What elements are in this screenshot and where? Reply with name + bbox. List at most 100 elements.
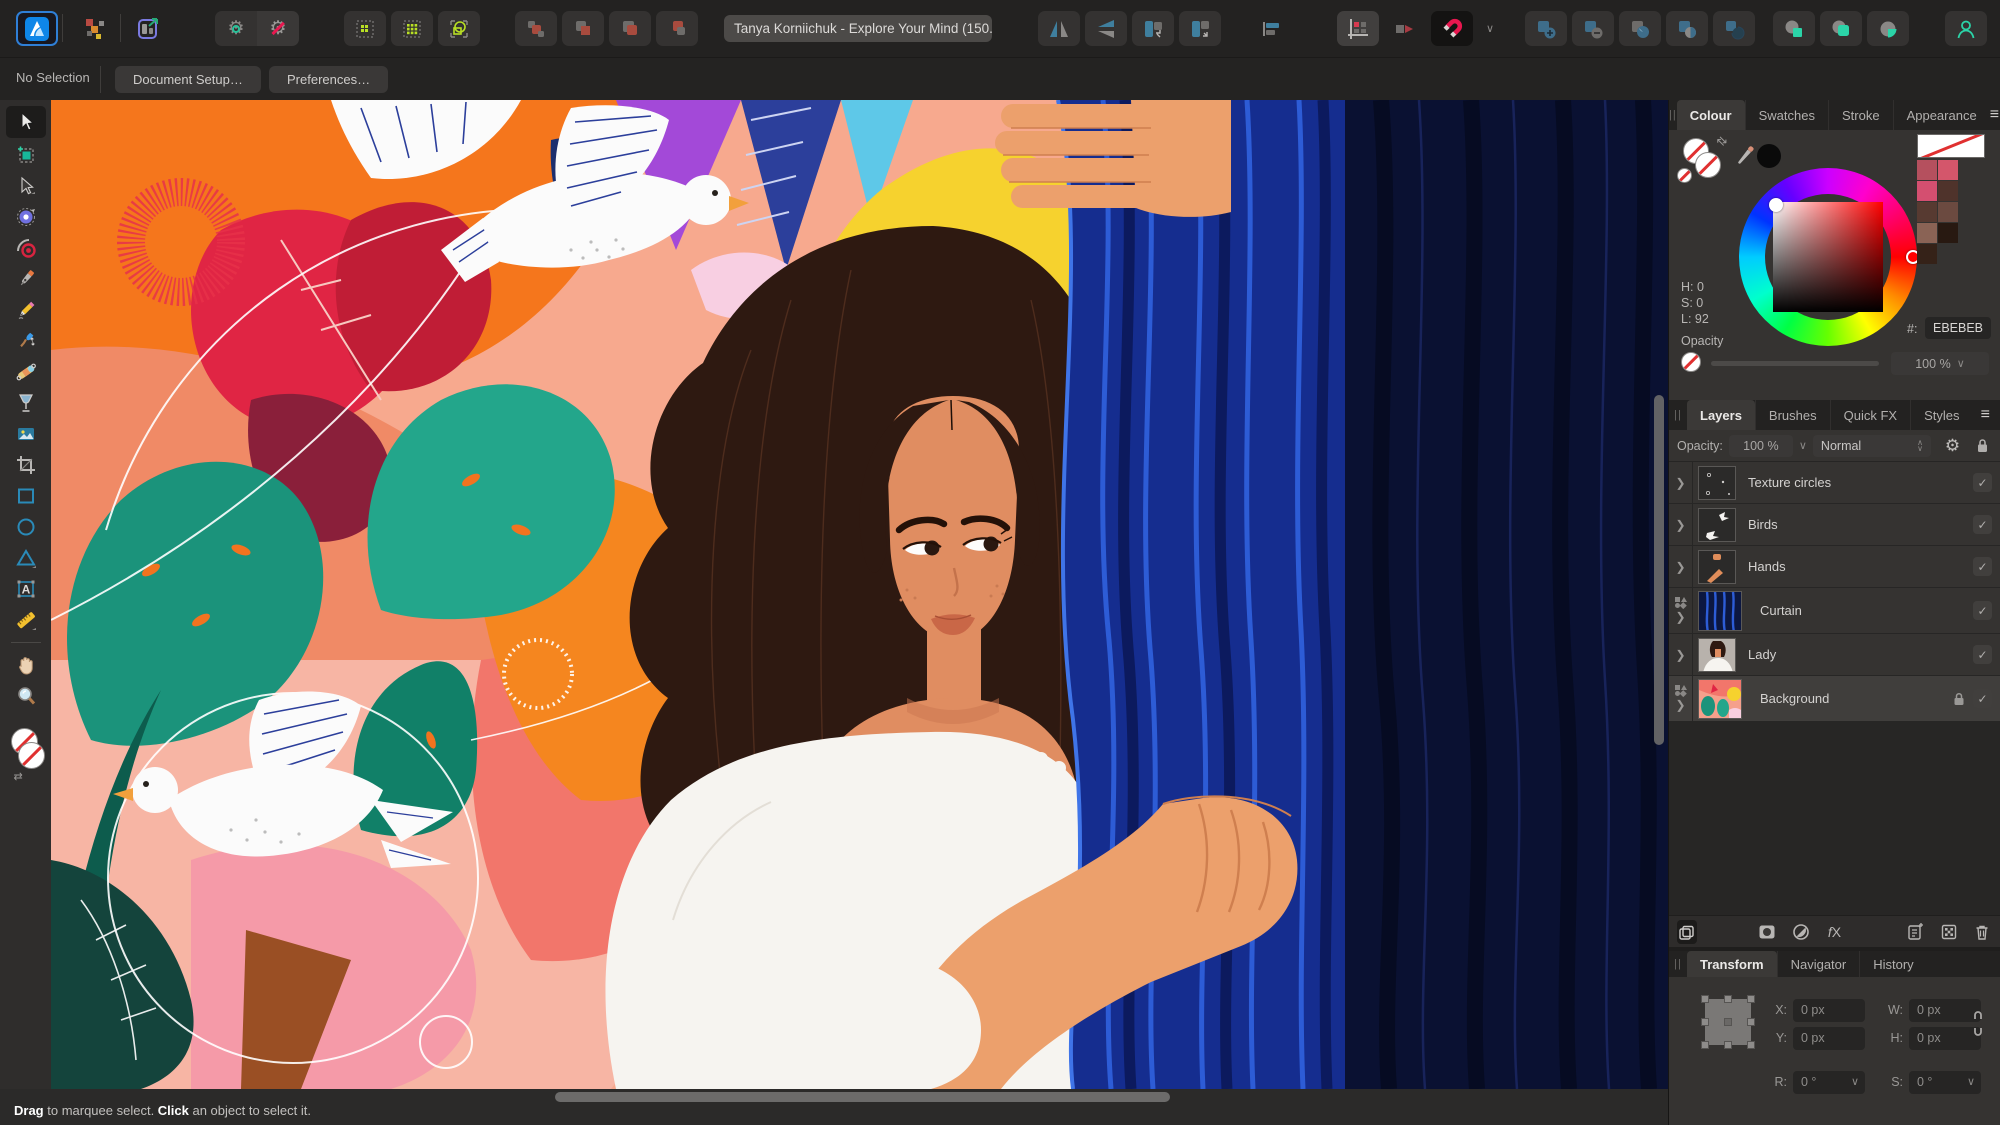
snap-grid-icon[interactable] [344, 11, 386, 46]
layers-opacity-field[interactable]: 100 % [1729, 435, 1793, 457]
panel-grip[interactable]: || [1669, 100, 1677, 130]
swatch-chip[interactable] [1938, 181, 1958, 201]
magnet-snapping-icon[interactable] [1431, 11, 1473, 46]
expand-chevron-icon[interactable]: ❯ [1675, 648, 1685, 662]
ellipse-tool[interactable] [6, 513, 46, 541]
rectangle-tool[interactable] [6, 482, 46, 510]
gear-green-icon[interactable]: ⚙ [215, 11, 257, 46]
flip-vertical-icon[interactable] [1085, 11, 1127, 46]
swatch-chip[interactable] [1917, 244, 1937, 264]
opacity-value-field[interactable]: 100 %∨ [1891, 352, 1989, 375]
insert-behind-icon[interactable] [515, 11, 557, 46]
shear-field[interactable]: 0 °∨ [1909, 1071, 1981, 1094]
layer-effects-icon[interactable]: fX [1825, 920, 1845, 944]
expand-chevron-icon[interactable]: ❯ [1675, 610, 1685, 624]
node-tool[interactable] [6, 172, 46, 200]
view-hand-tool[interactable] [6, 651, 46, 679]
add-pixel-layer-icon[interactable] [1939, 920, 1959, 944]
insert-replace-icon[interactable] [656, 11, 698, 46]
panel-menu-icon[interactable]: ≡ [1981, 406, 1990, 424]
layer-thumbnail[interactable] [1698, 550, 1736, 584]
expand-chevron-icon[interactable]: ❯ [1675, 560, 1685, 574]
tab-swatches[interactable]: Swatches [1745, 100, 1828, 130]
adjustment-layer-icon[interactable] [1791, 920, 1811, 944]
gradient-fill-tool[interactable] [6, 358, 46, 386]
geometry-intersect-icon[interactable] [1619, 11, 1661, 46]
mask-layer-icon[interactable] [1758, 920, 1778, 944]
add-layer-icon[interactable] [1905, 920, 1925, 944]
triangle-tool[interactable] [6, 544, 46, 572]
swatch-chip[interactable] [1938, 223, 1958, 243]
snap-shape-icon[interactable] [438, 11, 480, 46]
opacity-swatch[interactable] [1681, 352, 1701, 372]
artboard-tool[interactable] [6, 141, 46, 169]
edit-all-layers-icon[interactable] [1677, 920, 1697, 944]
corner-tool[interactable] [6, 234, 46, 262]
layer-row-hands[interactable]: ❯ Hands ✓ [1669, 546, 2000, 588]
geometry-combine-icon[interactable] [1713, 11, 1755, 46]
swatch-chip[interactable] [1938, 202, 1958, 222]
document-setup-button[interactable]: Document Setup… [115, 66, 261, 93]
swatch-chip[interactable] [1917, 181, 1937, 201]
crop-tool[interactable] [6, 451, 46, 479]
layer-visibility-checkbox[interactable]: ✓ [1973, 689, 1992, 708]
y-field[interactable]: 0 px [1793, 1027, 1865, 1050]
vector-brush-tool[interactable] [6, 327, 46, 355]
move-tool[interactable] [6, 106, 46, 138]
geometry-subtract-icon[interactable] [1572, 11, 1614, 46]
tab-navigator[interactable]: Navigator [1777, 951, 1860, 977]
snap-grid-dense-icon[interactable] [391, 11, 433, 46]
canvas-horizontal-scrollbar[interactable] [555, 1092, 1170, 1102]
delete-layer-icon[interactable] [1972, 920, 1992, 944]
layer-visibility-checkbox[interactable]: ✓ [1973, 473, 1992, 492]
eyedropper-current-color[interactable] [1757, 144, 1781, 168]
expand-chevron-icon[interactable]: ❯ [1675, 518, 1685, 532]
expand-chevron-icon[interactable]: ❯ [1675, 476, 1685, 490]
snapping-dropdown-chevron[interactable]: ∨ [1478, 11, 1502, 46]
tab-colour[interactable]: Colour [1677, 100, 1745, 130]
secondary-swatch[interactable] [1677, 168, 1692, 183]
tab-stroke[interactable]: Stroke [1828, 100, 1893, 130]
sv-selector[interactable] [1769, 198, 1783, 212]
tab-history[interactable]: History [1859, 951, 1926, 977]
rotation-field[interactable]: 0 °∨ [1793, 1071, 1865, 1094]
vector-ruler-tool[interactable] [6, 606, 46, 634]
layer-visibility-checkbox[interactable]: ✓ [1973, 601, 1992, 620]
shape-front-icon[interactable] [1820, 11, 1862, 46]
transparency-tool[interactable] [6, 389, 46, 417]
grid-axis-icon[interactable] [1337, 11, 1379, 46]
layer-thumbnail[interactable] [1698, 591, 1742, 631]
layer-row-texture-circles[interactable]: ❯ Texture circles ✓ [1669, 462, 2000, 504]
tab-styles[interactable]: Styles [1910, 400, 1972, 430]
fill-stroke-swatches[interactable]: ⇄ [6, 726, 46, 778]
layer-visibility-checkbox[interactable]: ✓ [1973, 557, 1992, 576]
saturation-square[interactable] [1773, 202, 1883, 312]
tab-brushes[interactable]: Brushes [1755, 400, 1830, 430]
geometry-divide-icon[interactable] [1666, 11, 1708, 46]
tab-transform[interactable]: Transform [1687, 951, 1777, 977]
canvas-viewport[interactable] [51, 100, 1668, 1089]
layer-thumbnail[interactable] [1698, 638, 1736, 672]
layer-row-background[interactable]: ❯ Background ✓ [1669, 676, 2000, 722]
layers-opacity-chevron[interactable]: ∨ [1799, 439, 1807, 452]
swap-fill-stroke-icon[interactable]: ⇄ [1714, 132, 1731, 149]
x-field[interactable]: 0 px [1793, 999, 1865, 1022]
artistic-text-tool[interactable]: A [6, 575, 46, 603]
layer-visibility-checkbox[interactable]: ✓ [1973, 515, 1992, 534]
shape-over-icon[interactable] [1773, 11, 1815, 46]
layer-thumbnail[interactable] [1698, 679, 1742, 719]
preferences-button[interactable]: Preferences… [269, 66, 388, 93]
point-transform-tool[interactable] [6, 203, 46, 231]
layers-empty-area[interactable] [1669, 722, 2000, 915]
insert-top-icon[interactable] [562, 11, 604, 46]
blend-mode-select[interactable]: Normal ∧∨ [1813, 435, 1931, 457]
link-dimensions-icon[interactable] [1971, 1009, 1985, 1039]
tab-quick-fx[interactable]: Quick FX [1830, 400, 1910, 430]
gear-edit-icon[interactable]: ⚙ [257, 11, 299, 46]
anchor-point-selector[interactable] [1705, 999, 1751, 1045]
lock-layer-icon[interactable] [1976, 438, 1989, 453]
swatch-chip[interactable] [1917, 223, 1937, 243]
canvas-vertical-scrollbar[interactable] [1654, 395, 1664, 745]
account-person-icon[interactable] [1945, 11, 1987, 46]
swap-colors-arrow[interactable]: ⇄ [14, 770, 23, 783]
